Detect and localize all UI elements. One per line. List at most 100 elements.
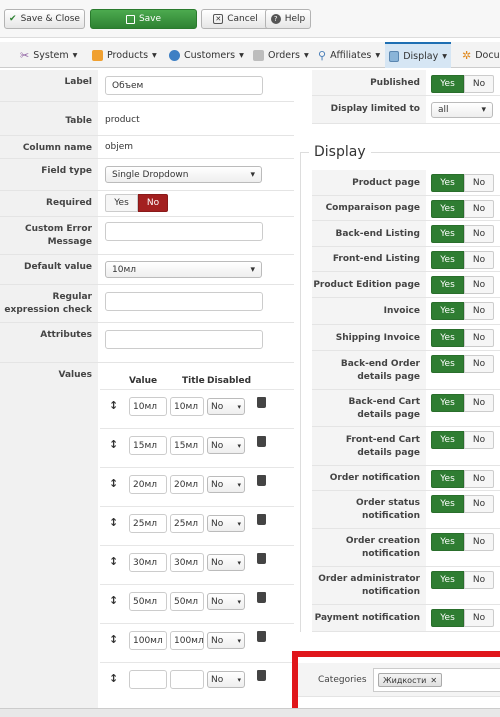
- menu-products-label: Products: [107, 49, 149, 61]
- title-input[interactable]: 25мл: [170, 514, 204, 533]
- title-input[interactable]: 50мл: [170, 592, 204, 611]
- title-input[interactable]: [170, 670, 204, 689]
- display-option-yes-button[interactable]: Yes: [431, 533, 464, 551]
- display-option-no-button[interactable]: No: [464, 495, 494, 513]
- drag-handle-icon[interactable]: ↕: [109, 594, 118, 607]
- display-option-no-button[interactable]: No: [464, 329, 494, 347]
- display-option-yes-button[interactable]: Yes: [431, 174, 464, 192]
- display-option-no-button[interactable]: No: [464, 302, 494, 320]
- display-option-yes-button[interactable]: Yes: [431, 200, 464, 218]
- trash-icon[interactable]: [257, 631, 266, 642]
- title-input[interactable]: 10мл: [170, 397, 204, 416]
- drag-handle-icon[interactable]: ↕: [109, 555, 118, 568]
- value-input[interactable]: 50мл: [129, 592, 167, 611]
- value-input[interactable]: 15мл: [129, 436, 167, 455]
- help-button[interactable]: ? Help: [265, 9, 311, 29]
- display-option-no-button[interactable]: No: [464, 571, 494, 589]
- save-button[interactable]: Save: [90, 9, 197, 29]
- menu-documentation[interactable]: ✲ Docu: [458, 42, 500, 68]
- field-type-select[interactable]: Single Dropdown ▾: [105, 166, 262, 183]
- title-input[interactable]: 30мл: [170, 553, 204, 572]
- drag-handle-icon[interactable]: ↕: [109, 438, 118, 451]
- trash-icon[interactable]: [257, 514, 266, 525]
- disabled-select[interactable]: No ▾: [207, 593, 245, 610]
- title-input[interactable]: 20мл: [170, 475, 204, 494]
- disabled-select[interactable]: No ▾: [207, 632, 245, 649]
- trash-icon[interactable]: [257, 397, 266, 408]
- disabled-select[interactable]: No ▾: [207, 671, 245, 688]
- disabled-value: No: [211, 401, 224, 412]
- drag-handle-icon[interactable]: ↕: [109, 477, 118, 490]
- categories-input[interactable]: Жидкости ✕: [373, 668, 500, 692]
- display-option-no-button[interactable]: No: [464, 431, 494, 449]
- display-option-no-button[interactable]: No: [464, 200, 494, 218]
- display-option-yes-button[interactable]: Yes: [431, 609, 464, 627]
- display-option-yes-button[interactable]: Yes: [431, 302, 464, 320]
- regex-input[interactable]: [105, 292, 263, 311]
- trash-icon[interactable]: [257, 592, 266, 603]
- display-option-no-button[interactable]: No: [464, 533, 494, 551]
- value-input[interactable]: 25мл: [129, 514, 167, 533]
- display-option-yes-button[interactable]: Yes: [431, 355, 464, 373]
- label-input[interactable]: Объем: [105, 76, 263, 95]
- value-input[interactable]: [129, 670, 167, 689]
- required-no-button[interactable]: No: [138, 194, 168, 212]
- remove-tag-icon[interactable]: ✕: [430, 676, 437, 685]
- display-option-no-button[interactable]: No: [464, 225, 494, 243]
- published-no-button[interactable]: No: [464, 75, 494, 93]
- display-option-yes-button[interactable]: Yes: [431, 251, 464, 269]
- menu-display[interactable]: Display ▾: [385, 42, 451, 68]
- title-input[interactable]: 15мл: [170, 436, 204, 455]
- value-input[interactable]: 10мл: [129, 397, 167, 416]
- drag-handle-icon[interactable]: ↕: [109, 633, 118, 646]
- display-option-no-button[interactable]: No: [464, 251, 494, 269]
- display-option-yes-button[interactable]: Yes: [431, 431, 464, 449]
- display-option-yes-button[interactable]: Yes: [431, 276, 464, 294]
- disabled-select[interactable]: No ▾: [207, 515, 245, 532]
- menu-products[interactable]: Products ▾: [88, 42, 161, 68]
- edit-icon: [125, 14, 135, 24]
- trash-icon[interactable]: [257, 475, 266, 486]
- required-yes-button[interactable]: Yes: [105, 194, 138, 212]
- value-input[interactable]: 20мл: [129, 475, 167, 494]
- published-yes-button[interactable]: Yes: [431, 75, 464, 93]
- display-option-no-button[interactable]: No: [464, 355, 494, 373]
- drag-handle-icon[interactable]: ↕: [109, 399, 118, 412]
- menu-system[interactable]: ✂ System ▾: [16, 42, 81, 68]
- category-tag[interactable]: Жидкости ✕: [378, 673, 443, 687]
- display-option-no-button[interactable]: No: [464, 174, 494, 192]
- display-option-no-button[interactable]: No: [464, 394, 494, 412]
- display-option-yes-button[interactable]: Yes: [431, 329, 464, 347]
- display-option-yes-button[interactable]: Yes: [431, 571, 464, 589]
- disabled-select[interactable]: No ▾: [207, 476, 245, 493]
- display-option-yes-button[interactable]: Yes: [431, 495, 464, 513]
- menu-orders[interactable]: Orders ▾: [249, 42, 313, 68]
- title-input[interactable]: 100мл: [170, 631, 204, 650]
- menu-customers[interactable]: Customers ▾: [165, 42, 248, 68]
- menu-affiliates[interactable]: ⚲ Affiliates ▾: [314, 42, 384, 68]
- display-limited-select[interactable]: all ▾: [431, 102, 493, 118]
- default-value-select[interactable]: 10мл ▾: [105, 261, 262, 278]
- display-option-label: Invoice: [383, 306, 420, 316]
- disabled-select[interactable]: No ▾: [207, 437, 245, 454]
- trash-icon[interactable]: [257, 670, 266, 681]
- display-option-yes-button[interactable]: Yes: [431, 470, 464, 488]
- display-option-no-button[interactable]: No: [464, 470, 494, 488]
- save-close-button[interactable]: ✔ Save & Close: [4, 9, 85, 29]
- value-input[interactable]: 100мл: [129, 631, 167, 650]
- drag-handle-icon[interactable]: ↕: [109, 516, 118, 529]
- display-option-no-button[interactable]: No: [464, 276, 494, 294]
- cancel-button[interactable]: ✕ Cancel: [201, 9, 270, 29]
- disabled-select[interactable]: No ▾: [207, 554, 245, 571]
- disabled-select[interactable]: No ▾: [207, 398, 245, 415]
- display-option-yes-button[interactable]: Yes: [431, 394, 464, 412]
- drag-handle-icon[interactable]: ↕: [109, 672, 118, 685]
- value-input[interactable]: 30мл: [129, 553, 167, 572]
- display-option-yes-button[interactable]: Yes: [431, 225, 464, 243]
- trash-icon[interactable]: [257, 553, 266, 564]
- custom-error-input[interactable]: [105, 222, 263, 241]
- row-default-value: Default value 10мл ▾: [0, 255, 294, 285]
- trash-icon[interactable]: [257, 436, 266, 447]
- attributes-input[interactable]: [105, 330, 263, 349]
- display-option-no-button[interactable]: No: [464, 609, 494, 627]
